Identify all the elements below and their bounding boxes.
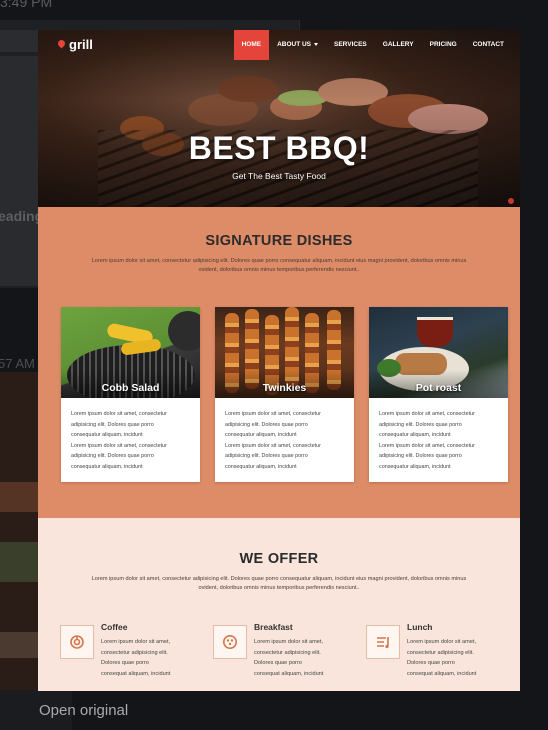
dish-description: Lorem ipsum dolor sit amet, consectetur … bbox=[369, 398, 508, 472]
dish-name: Pot roast bbox=[415, 382, 462, 394]
signature-dishes-title: SIGNATURE DISHES bbox=[205, 233, 353, 249]
offer-name: Breakfast bbox=[254, 622, 293, 632]
lunch-icon bbox=[366, 625, 400, 659]
offer-name: Lunch bbox=[407, 622, 433, 632]
dish-text-line: Lorem ipsum dolor sit amet, consectetur bbox=[225, 411, 321, 417]
dish-text-line: consequatur aliquam, incidunt bbox=[225, 432, 297, 438]
we-offer-section: WE OFFER Lorem ipsum dolor sit amet, con… bbox=[38, 518, 520, 691]
offer-text-line: consequat aliquam, incidunt bbox=[407, 670, 477, 677]
menu-item-pricing[interactable]: PRICING bbox=[422, 30, 465, 60]
breakfast-icon bbox=[213, 625, 247, 659]
offer-item-breakfast[interactable]: Breakfast Lorem ipsum dolor sit amet, co… bbox=[213, 622, 366, 679]
menu-item-about-us[interactable]: ABOUT US bbox=[269, 30, 326, 60]
dish-text-line: Lorem ipsum dolor sit amet, consectetur bbox=[379, 411, 475, 417]
menu-item-about-us-label: ABOUT US bbox=[277, 41, 312, 48]
background-card-2 bbox=[0, 372, 40, 692]
dish-text-line: adipisicing elit. Dolores quae porro bbox=[71, 421, 154, 428]
dish-text-line: adipisicing elit. Dolores quae porro bbox=[379, 421, 462, 428]
map-pin-icon bbox=[58, 40, 65, 49]
menu-item-home[interactable]: HOME bbox=[233, 30, 270, 60]
offer-text-line: Dolores quae porro bbox=[407, 660, 455, 666]
offer-text-line: Lorem ipsum dolor sit amet, bbox=[254, 639, 324, 645]
dish-description: Lorem ipsum dolor sit amet, consectetur … bbox=[61, 398, 200, 472]
background-time: 3:49 PM bbox=[0, 0, 53, 10]
dish-text-line: Lorem ipsum dolor sit amet, consectetur bbox=[71, 411, 167, 417]
chevron-down-icon bbox=[314, 42, 319, 46]
offer-text-line: consequat aliquam, incidunt bbox=[254, 670, 324, 677]
background-time-2: 57 AM bbox=[0, 356, 35, 371]
top-navigation: grill HOME ABOUT US SERVICES GALLERY PRI… bbox=[38, 30, 520, 60]
offer-text-line: consectetur adipisicing elit. bbox=[407, 649, 474, 656]
slider-dot[interactable] bbox=[508, 198, 514, 204]
dish-text-line: consequatur aliquam, incidunt bbox=[379, 432, 451, 438]
site-logo-text: grill bbox=[69, 37, 93, 52]
dish-text-line: Lorem ipsum dolor sit amet, consectetur bbox=[379, 442, 475, 449]
offer-text-line: Dolores quae porro bbox=[101, 660, 149, 666]
twinkies-image: Twinkies bbox=[215, 307, 354, 398]
dish-text-line: adipisicing elit. Dolores quae porro bbox=[225, 421, 308, 428]
dish-text-line: Lorem ipsum dolor sit amet, consectetur bbox=[225, 442, 321, 449]
hero-subtitle: Get The Best Tasty Food bbox=[232, 171, 326, 181]
offer-item-coffee[interactable]: Coffee Lorem ipsum dolor sit amet, conse… bbox=[60, 622, 213, 679]
background-heading: eading bbox=[0, 208, 44, 224]
menu-item-contact[interactable]: CONTACT bbox=[465, 30, 512, 60]
offer-text-line: Lorem ipsum dolor sit amet, bbox=[407, 639, 477, 645]
offer-text-line: consequat aliquam, incidunt bbox=[101, 670, 171, 677]
site-logo[interactable]: grill bbox=[58, 37, 93, 52]
dish-text-line: adipisicing elit. Dolores quae porro bbox=[225, 453, 308, 459]
offer-text-line: Lorem ipsum dolor sit amet, bbox=[101, 639, 171, 645]
dish-text-line: consequatur aliquam, incidunt bbox=[379, 463, 451, 470]
hero-title: BEST BBQ! bbox=[188, 130, 370, 166]
dish-description: Lorem ipsum dolor sit amet, consectetur … bbox=[215, 398, 354, 472]
dish-card-twinkies[interactable]: Twinkies Lorem ipsum dolor sit amet, con… bbox=[215, 307, 354, 482]
dish-card-cobb-salad[interactable]: Cobb Salad Lorem ipsum dolor sit amet, c… bbox=[61, 307, 200, 482]
dish-text-line: consequatur aliquam, incidunt bbox=[225, 463, 297, 470]
offer-items: Coffee Lorem ipsum dolor sit amet, conse… bbox=[60, 622, 519, 679]
website-preview: grill HOME ABOUT US SERVICES GALLERY PRI… bbox=[38, 30, 520, 691]
dish-text-line: adipisicing elit. Dolores quae porro bbox=[379, 453, 462, 459]
dish-text-line: Lorem ipsum dolor sit amet, consectetur bbox=[71, 442, 167, 449]
open-original-link[interactable]: Open original bbox=[39, 702, 128, 719]
dish-name: Twinkies bbox=[262, 382, 307, 394]
dish-card-pot-roast[interactable]: Pot roast Lorem ipsum dolor sit amet, co… bbox=[369, 307, 508, 482]
signature-dishes-section: SIGNATURE DISHES Lorem ipsum dolor sit a… bbox=[38, 207, 520, 518]
hero-banner: grill HOME ABOUT US SERVICES GALLERY PRI… bbox=[38, 30, 520, 207]
main-menu: HOME ABOUT US SERVICES GALLERY PRICING C… bbox=[233, 30, 512, 60]
we-offer-description: Lorem ipsum dolor sit amet, consectetur … bbox=[91, 576, 467, 591]
signature-dishes-description: Lorem ipsum dolor sit amet, consectetur … bbox=[91, 258, 467, 273]
offer-text-line: Dolores quae porro bbox=[254, 660, 302, 666]
coffee-icon bbox=[60, 625, 94, 659]
we-offer-title: WE OFFER bbox=[239, 551, 319, 567]
dish-text-line: consequatur aliquam, incidunt bbox=[71, 463, 143, 470]
dish-text-line: consequatur aliquam, incidunt bbox=[71, 432, 143, 438]
pot-roast-image: Pot roast bbox=[369, 307, 508, 398]
offer-text-line: consectetur adipisicing elit. bbox=[254, 649, 321, 656]
cobb-salad-image: Cobb Salad bbox=[61, 307, 200, 398]
offer-item-lunch[interactable]: Lunch Lorem ipsum dolor sit amet, consec… bbox=[366, 622, 519, 679]
dish-cards: Cobb Salad Lorem ipsum dolor sit amet, c… bbox=[61, 307, 508, 482]
dish-text-line: adipisicing elit. Dolores quae porro bbox=[71, 453, 154, 459]
menu-item-services[interactable]: SERVICES bbox=[326, 30, 375, 60]
offer-name: Coffee bbox=[101, 622, 128, 632]
menu-item-gallery[interactable]: GALLERY bbox=[375, 30, 422, 60]
offer-text-line: consectetur adipisicing elit. bbox=[101, 649, 168, 656]
dish-name: Cobb Salad bbox=[101, 382, 160, 394]
